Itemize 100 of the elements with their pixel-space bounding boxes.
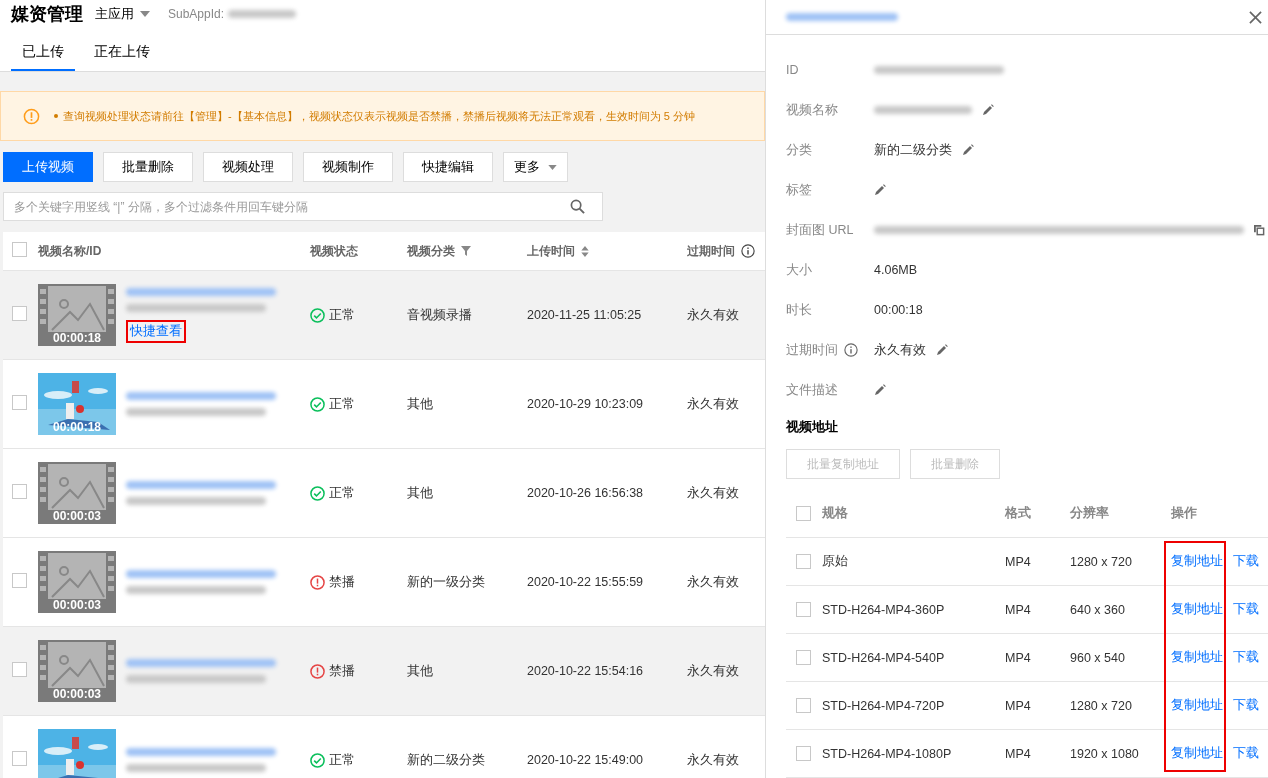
- table-row[interactable]: 00:00:18 正常 其他 2020-10-29 10:23:09 永久有效: [3, 360, 765, 449]
- bullet-icon: [54, 114, 58, 118]
- table-row[interactable]: 00:00:03 禁播 新的一级分类 2020-10-22 15:55:59 永久有效: [3, 538, 765, 627]
- download-link[interactable]: 下载: [1233, 601, 1259, 618]
- tab[interactable]: 正在上传: [83, 38, 161, 71]
- table-row[interactable]: 00:00:03 正常 其他 2020-10-26 16:56:38 永久有效: [3, 449, 765, 538]
- category-text: 新的二级分类: [407, 751, 485, 769]
- column-header: 上传时间: [527, 242, 575, 260]
- field-label: 文件描述: [786, 381, 838, 399]
- copy-address-link[interactable]: 复制地址: [1171, 745, 1223, 762]
- category-text: 其他: [407, 662, 433, 680]
- spec-text: 原始: [822, 553, 849, 570]
- toolbar-button[interactable]: 更多: [503, 152, 568, 182]
- exclamation-circle-icon: [310, 663, 325, 679]
- resolution-text: 1280 x 720: [1070, 554, 1133, 569]
- category-text: 音视频录播: [407, 306, 472, 324]
- download-link[interactable]: 下载: [1233, 649, 1259, 666]
- checkbox[interactable]: [12, 395, 27, 410]
- checkbox[interactable]: [12, 242, 27, 257]
- format-text: MP4: [1005, 650, 1032, 665]
- checkbox[interactable]: [796, 554, 811, 569]
- resolution-text: 640 x 360: [1070, 602, 1126, 617]
- table-row[interactable]: 00:00:18 快捷查看 正常 音视频录播 2020-11-25 11:05:25 永久有效: [3, 271, 765, 360]
- spec-text: STD-H264-MP4-720P: [822, 698, 946, 713]
- copy-icon[interactable]: [1254, 224, 1265, 236]
- filter-icon[interactable]: [461, 246, 471, 256]
- checkbox[interactable]: [12, 662, 27, 677]
- toolbar-button[interactable]: 视频处理: [203, 152, 293, 182]
- video-placeholder-icon: [38, 551, 116, 613]
- pencil-icon[interactable]: [982, 104, 994, 116]
- copy-address-link[interactable]: 复制地址: [1171, 601, 1223, 618]
- column-header: 规格: [822, 504, 849, 522]
- duration-label: 00:00:18: [51, 331, 102, 345]
- column-header: 视频名称/ID: [38, 242, 102, 260]
- pencil-icon[interactable]: [874, 184, 886, 196]
- download-link[interactable]: 下载: [1233, 745, 1259, 762]
- upload-time: 2020-11-25 11:05:25: [527, 308, 642, 322]
- spec-text: STD-H264-MP4-540P: [822, 650, 946, 665]
- copy-address-link[interactable]: 复制地址: [1171, 553, 1223, 570]
- field-value: 新的二级分类: [874, 141, 952, 159]
- download-link[interactable]: 下载: [1233, 553, 1259, 570]
- checkbox[interactable]: [796, 698, 811, 713]
- field-value: 永久有效: [874, 341, 926, 359]
- checkbox[interactable]: [796, 505, 811, 521]
- checkbox[interactable]: [12, 306, 27, 321]
- field-label: 标签: [786, 181, 812, 199]
- copy-address-link[interactable]: 复制地址: [1171, 649, 1223, 666]
- checkbox[interactable]: [796, 746, 811, 761]
- column-header: 视频状态: [310, 242, 358, 260]
- subappid-label: SubAppId:: [168, 7, 225, 21]
- info-icon[interactable]: [844, 343, 858, 357]
- search-field[interactable]: 多个关键字用竖线 “|” 分隔，多个过滤条件用回车键分隔: [3, 192, 603, 221]
- status-text: 正常: [329, 395, 355, 413]
- resolution-text: 1920 x 1080: [1070, 746, 1140, 761]
- category-text: 其他: [407, 395, 433, 413]
- checkbox[interactable]: [12, 751, 27, 766]
- pencil-icon[interactable]: [962, 144, 974, 156]
- field-label: 大小: [786, 261, 812, 279]
- field-label: 视频名称: [786, 101, 838, 119]
- column-header: 分辨率: [1070, 504, 1110, 522]
- spec-text: STD-H264-MP4-1080P: [822, 746, 953, 761]
- toolbar-button[interactable]: 视频制作: [303, 152, 393, 182]
- pencil-icon[interactable]: [936, 344, 948, 356]
- search-icon: [570, 199, 585, 214]
- field-label: 封面图 URL: [786, 221, 854, 239]
- duration-label: 00:00:18: [51, 420, 102, 434]
- toolbar-button[interactable]: 快捷编辑: [403, 152, 493, 182]
- check-circle-icon: [310, 307, 325, 323]
- checkbox[interactable]: [796, 602, 811, 617]
- table-row[interactable]: 正常 新的二级分类 2020-10-22 15:49:00 永久有效: [3, 716, 765, 778]
- status-text: 正常: [329, 484, 355, 502]
- format-text: MP4: [1005, 554, 1032, 569]
- info-icon[interactable]: [741, 244, 755, 258]
- pencil-icon[interactable]: [874, 384, 886, 396]
- blurred-text: [228, 10, 297, 18]
- upload-time: 2020-10-22 15:49:00: [527, 753, 644, 767]
- column-header: 过期时间: [687, 242, 735, 260]
- check-circle-icon: [310, 752, 325, 768]
- status-text: 禁播: [329, 662, 355, 680]
- expiry-text: 永久有效: [687, 395, 739, 413]
- copy-address-link[interactable]: 复制地址: [1171, 697, 1223, 714]
- quick-view-link[interactable]: 快捷查看: [126, 319, 186, 343]
- sort-icon[interactable]: [581, 245, 589, 257]
- checkbox[interactable]: [796, 650, 811, 665]
- close-icon[interactable]: [1249, 10, 1262, 24]
- checkbox[interactable]: [12, 484, 27, 499]
- spec-text: STD-H264-MP4-360P: [822, 602, 946, 617]
- page-title: 媒资管理: [11, 3, 83, 26]
- app-switch-dropdown[interactable]: 主应用: [95, 5, 150, 23]
- table-row[interactable]: 00:00:03 禁播 其他 2020-10-22 15:54:16 永久有效: [3, 627, 765, 716]
- upload-time: 2020-10-22 15:54:16: [527, 664, 644, 678]
- toolbar-button[interactable]: 批量删除: [103, 152, 193, 182]
- checkbox[interactable]: [12, 573, 27, 588]
- toolbar-button[interactable]: 上传视频: [3, 152, 93, 182]
- resolution-text: 960 x 540: [1070, 650, 1126, 665]
- expiry-text: 永久有效: [687, 751, 739, 769]
- expiry-text: 永久有效: [687, 573, 739, 591]
- download-link[interactable]: 下载: [1233, 697, 1259, 714]
- format-text: MP4: [1005, 602, 1032, 617]
- category-text: 其他: [407, 484, 433, 502]
